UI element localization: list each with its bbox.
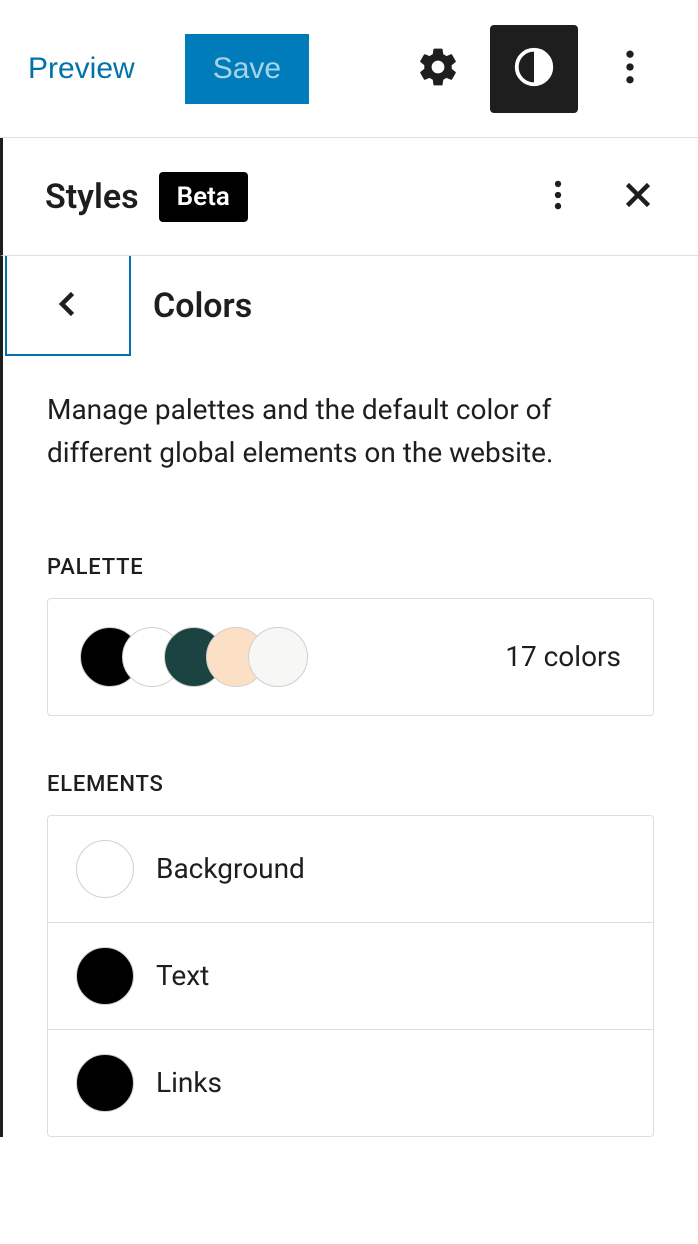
chevron-left-icon [50, 286, 86, 325]
styles-title: Styles [45, 177, 139, 217]
element-item-background[interactable]: Background [48, 816, 653, 923]
element-swatch [76, 947, 134, 1005]
element-label: Background [156, 852, 305, 885]
styles-panel-header: Styles Beta [0, 138, 698, 256]
beta-badge: Beta [159, 172, 248, 222]
preview-button[interactable]: Preview [24, 44, 139, 94]
more-vertical-icon [608, 45, 652, 92]
section-description: Manage palettes and the default color of… [47, 356, 654, 499]
styles-toggle-button[interactable] [490, 25, 578, 113]
palette-swatch [248, 627, 308, 687]
element-label: Links [156, 1066, 222, 1099]
section-title: Colors [153, 286, 252, 326]
top-bar: Preview Save [0, 0, 698, 138]
palette-card[interactable]: 17 colors [47, 598, 654, 716]
element-item-text[interactable]: Text [48, 923, 653, 1030]
close-styles-button[interactable] [610, 169, 666, 225]
element-swatch [76, 1054, 134, 1112]
styles-more-button[interactable] [530, 169, 586, 225]
element-swatch [76, 840, 134, 898]
element-item-links[interactable]: Links [48, 1030, 653, 1136]
top-bar-actions [394, 25, 674, 113]
settings-button[interactable] [394, 25, 482, 113]
gear-icon [416, 45, 460, 92]
palette-swatches [80, 627, 308, 687]
save-button[interactable]: Save [185, 34, 309, 104]
top-more-button[interactable] [586, 25, 674, 113]
styles-header-actions [530, 169, 666, 225]
elements-label: ELEMENTS [47, 772, 654, 797]
close-icon [620, 177, 656, 216]
back-button[interactable] [5, 256, 131, 356]
section-nav: Colors [0, 256, 698, 356]
more-vertical-icon [539, 176, 577, 217]
panel-content: Manage palettes and the default color of… [0, 356, 698, 1137]
palette-label: PALETTE [47, 555, 654, 580]
element-label: Text [156, 959, 209, 992]
elements-list: Background Text Links [47, 815, 654, 1137]
contrast-icon [511, 44, 557, 93]
palette-count: 17 colors [505, 640, 621, 673]
